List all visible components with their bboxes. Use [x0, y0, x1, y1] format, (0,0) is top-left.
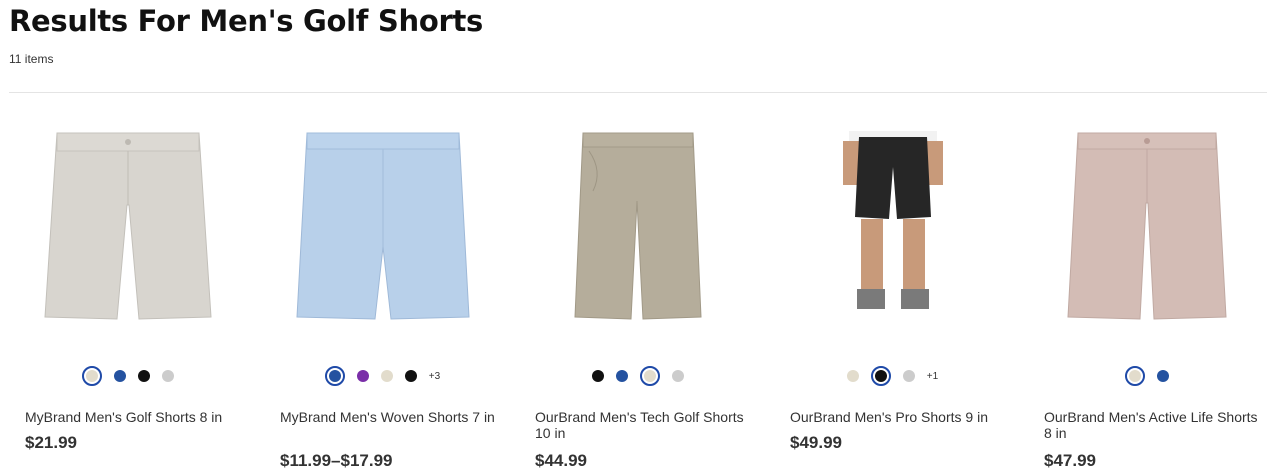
mauve-shorts-image: [1066, 132, 1227, 320]
model-black-shorts-image: [842, 131, 943, 309]
swatch-purple[interactable]: [356, 370, 369, 382]
product-price: $21.99: [25, 433, 77, 452]
product-price: $47.99: [1044, 451, 1096, 470]
product-name[interactable]: OurBrand Men's Tech Golf Shorts 10 in: [535, 409, 750, 441]
color-swatches: [510, 366, 765, 386]
swatch-black[interactable]: [404, 370, 417, 382]
product-name[interactable]: OurBrand Men's Pro Shorts 9 in: [790, 409, 1005, 425]
page-title: Results For Men's Golf Shorts: [9, 4, 483, 38]
results-header: Results For Men's Golf Shorts 11 items: [9, 0, 483, 66]
swatch-black[interactable]: [591, 370, 604, 382]
light-blue-shorts-image: [295, 132, 470, 320]
swatch-blue[interactable]: [113, 370, 126, 382]
swatch-gray[interactable]: [161, 370, 174, 382]
product-image[interactable]: [510, 131, 765, 323]
swatch-blue[interactable]: [324, 366, 345, 386]
swatch-cream[interactable]: [380, 370, 393, 382]
swatch-cream[interactable]: [846, 370, 859, 382]
product-price: $11.99–$17.99: [280, 451, 393, 470]
swatch-cream[interactable]: [81, 366, 102, 386]
swatch-black[interactable]: [137, 370, 150, 382]
product-card[interactable]: MyBrand Men's Golf Shorts 8 in $21.99: [0, 93, 255, 476]
item-count: 11 items: [9, 52, 54, 66]
swatch-blue[interactable]: [615, 370, 628, 382]
product-card[interactable]: OurBrand Men's Active Life Shorts 8 in $…: [1019, 93, 1274, 476]
more-colors[interactable]: +3: [429, 371, 440, 382]
product-price: $44.99: [535, 451, 587, 470]
color-swatches: [0, 366, 255, 386]
swatch-gray[interactable]: [671, 370, 684, 382]
product-image[interactable]: [765, 131, 1020, 323]
product-image[interactable]: [0, 131, 255, 323]
light-gray-shorts-image: [43, 132, 212, 320]
product-price: $49.99: [790, 433, 842, 452]
swatch-cream[interactable]: [639, 366, 660, 386]
product-image[interactable]: [255, 131, 510, 323]
swatch-black[interactable]: [870, 366, 891, 386]
product-card[interactable]: +3 MyBrand Men's Woven Shorts 7 in $11.9…: [255, 93, 510, 476]
product-grid: MyBrand Men's Golf Shorts 8 in $21.99 +3…: [0, 93, 1274, 476]
product-card[interactable]: +1 OurBrand Men's Pro Shorts 9 in $49.99: [765, 93, 1020, 476]
color-swatches: +1: [765, 366, 1020, 386]
product-name[interactable]: OurBrand Men's Active Life Shorts 8 in: [1044, 409, 1259, 441]
swatch-gray[interactable]: [902, 370, 915, 382]
more-colors[interactable]: +1: [927, 371, 938, 382]
swatch-blue[interactable]: [1156, 370, 1169, 382]
product-name[interactable]: MyBrand Men's Woven Shorts 7 in: [280, 409, 495, 425]
product-card[interactable]: OurBrand Men's Tech Golf Shorts 10 in $4…: [510, 93, 765, 476]
product-name[interactable]: MyBrand Men's Golf Shorts 8 in: [25, 409, 240, 425]
color-swatches: [1019, 366, 1274, 386]
color-swatches: +3: [255, 366, 510, 386]
khaki-shorts-back-image: [573, 132, 702, 320]
swatch-cream[interactable]: [1124, 366, 1145, 386]
product-image[interactable]: [1019, 131, 1274, 323]
